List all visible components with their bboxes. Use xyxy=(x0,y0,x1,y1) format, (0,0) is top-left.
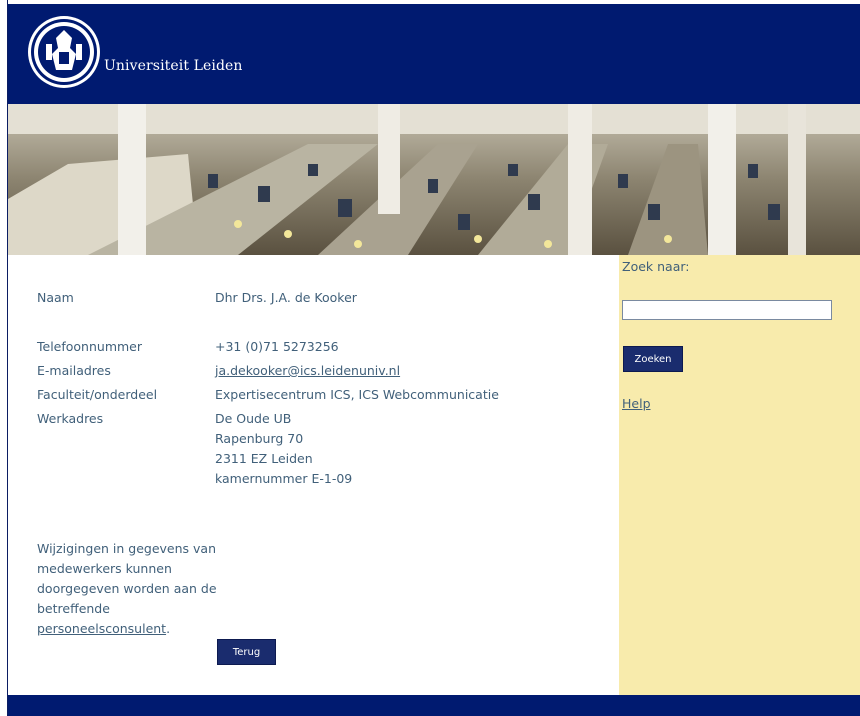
email-label: E-mailadres xyxy=(37,363,111,378)
main-content: Naam Dhr Drs. J.A. de Kooker Telefoonnum… xyxy=(8,255,619,695)
changes-note-text: Wijzigingen in gegevens van medewerkers … xyxy=(37,541,217,616)
werkadres-label: Werkadres xyxy=(37,411,104,426)
header-banner-image xyxy=(8,104,860,255)
changes-note: Wijzigingen in gegevens van medewerkers … xyxy=(37,539,219,639)
page-margin xyxy=(0,0,7,716)
search-sidebar: Zoek naar: Zoeken Help xyxy=(619,255,860,695)
naam-label: Naam xyxy=(37,290,74,305)
search-button[interactable]: Zoeken xyxy=(623,346,683,372)
help: Help xyxy=(622,396,651,411)
faculteit-value: Expertisecentrum ICS, ICS Webcommunicati… xyxy=(215,387,499,402)
reading-room-photo xyxy=(8,104,860,255)
werkadres-line-3: 2311 EZ Leiden xyxy=(215,451,313,466)
back-button[interactable]: Terug xyxy=(217,639,276,665)
faculteit-label: Faculteit/onderdeel xyxy=(37,387,158,402)
search-input[interactable] xyxy=(622,300,832,320)
site-header: Universiteit Leiden xyxy=(8,4,860,104)
naam-value: Dhr Drs. J.A. de Kooker xyxy=(215,290,357,305)
werkadres-line-1: De Oude UB xyxy=(215,411,292,426)
search-label: Zoek naar: xyxy=(622,259,690,274)
werkadres-line-4: kamernummer E-1-09 xyxy=(215,471,353,486)
email-link[interactable]: ja.dekooker@ics.leidenuniv.nl xyxy=(215,363,400,378)
email-value: ja.dekooker@ics.leidenuniv.nl xyxy=(215,361,400,381)
university-seal-icon[interactable] xyxy=(26,14,102,90)
personeelsconsulent-link[interactable]: personeelsconsulent xyxy=(37,621,166,636)
site-footer xyxy=(8,695,860,716)
brand-name[interactable]: Universiteit Leiden xyxy=(104,58,243,74)
telefoon-label: Telefoonnummer xyxy=(37,339,143,354)
help-link[interactable]: Help xyxy=(622,396,651,411)
werkadres-line-2: Rapenburg 70 xyxy=(215,431,304,446)
telefoon-value: +31 (0)71 5273256 xyxy=(215,339,339,354)
changes-note-suffix: . xyxy=(166,621,171,636)
